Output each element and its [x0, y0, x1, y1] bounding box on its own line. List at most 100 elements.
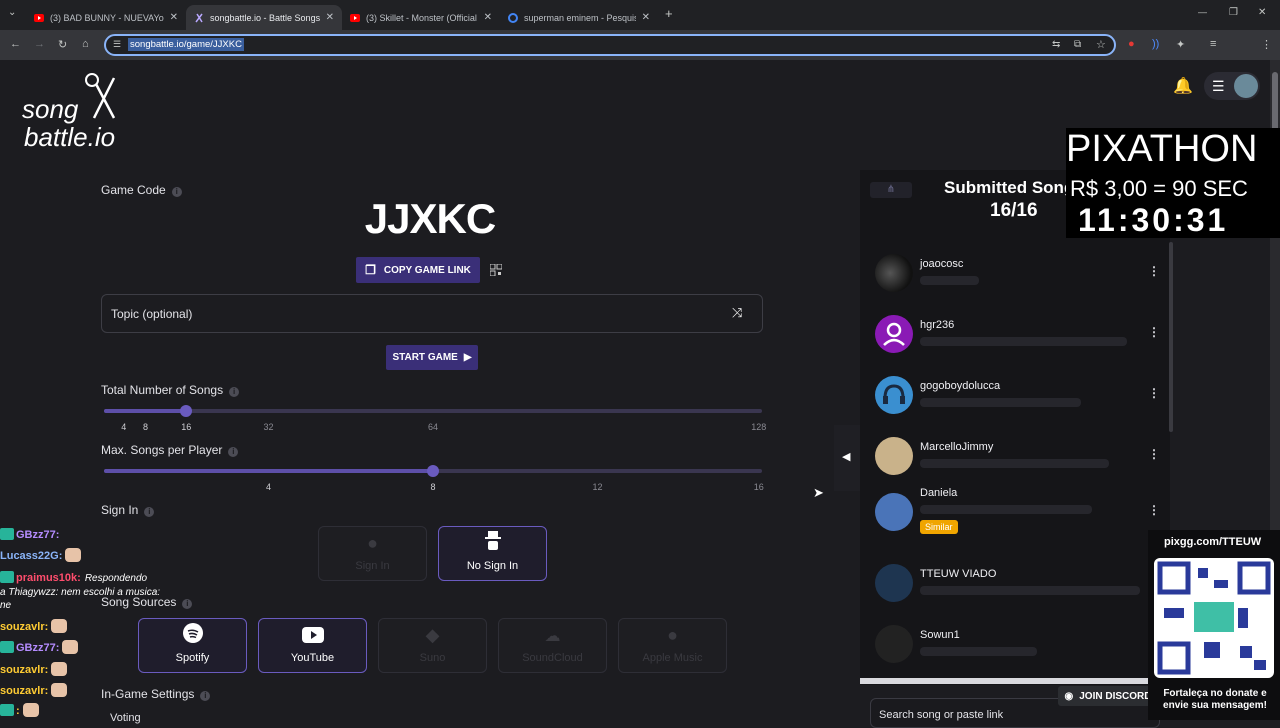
url-text[interactable]: songbattle.io/game/JJXKC — [128, 38, 244, 51]
chat-emote-icon — [51, 683, 68, 697]
player-song-bar — [920, 398, 1081, 407]
player-avatar[interactable] — [875, 254, 913, 292]
close-window-button[interactable]: ✕ — [1258, 7, 1266, 18]
shuffle-icon[interactable]: ⤨ — [732, 305, 742, 321]
info-icon[interactable]: i — [144, 507, 155, 517]
site-info-icon[interactable]: ☰ — [113, 39, 121, 50]
new-tab-button[interactable]: + — [665, 6, 673, 21]
source-suno[interactable]: ◆ Suno — [378, 618, 487, 673]
microphone-logo-icon — [85, 73, 116, 119]
browser-menu-icon[interactable]: ⋮ — [1261, 38, 1272, 51]
close-tab-icon[interactable]: ✕ — [642, 12, 650, 23]
source-apple-music[interactable]: ● Apple Music — [618, 618, 727, 673]
max-songs-slider[interactable]: 4 8 12 16 — [104, 464, 764, 494]
chat-text: a Thiagywzz: nem escolhi a musica: — [0, 587, 161, 598]
copy-game-link-label: COPY GAME LINK — [383, 264, 471, 276]
player-avatar[interactable] — [875, 437, 913, 475]
chat-badge-icon — [0, 571, 14, 583]
player-options-icon[interactable]: ⋮ — [1148, 264, 1160, 278]
player-avatar[interactable] — [875, 564, 913, 602]
notifications-bell-icon[interactable]: 🔔 — [1173, 76, 1193, 96]
sign-in-option[interactable]: ● Sign In — [318, 526, 427, 581]
extensions-puzzle-icon[interactable]: ✦ — [1176, 38, 1185, 51]
panel-title: Submitted Songs — [944, 178, 1084, 197]
back-icon[interactable]: ← — [10, 38, 21, 50]
tab-2[interactable]: songbattle.io - Battle Songs ag ✕ — [186, 5, 342, 30]
no-sign-in-option[interactable]: No Sign In — [438, 526, 547, 581]
tab-title: superman eminem - Pesquisa G — [524, 12, 636, 23]
player-avatar[interactable] — [875, 625, 913, 663]
media-control-icon[interactable]: ≡ — [1210, 38, 1216, 50]
info-icon[interactable]: i — [200, 691, 211, 701]
chat-message: souzavlr: — [0, 662, 68, 676]
install-icon[interactable]: ⧉ — [1074, 39, 1081, 50]
source-youtube-label: YouTube — [290, 652, 335, 664]
total-songs-slider-knob[interactable] — [180, 405, 193, 417]
chat-username: souzavlr: — [0, 685, 49, 697]
bookmark-star-icon[interactable]: ☆ — [1096, 38, 1106, 51]
join-discord-button[interactable]: ◉ JOIN DISCORD — [1058, 686, 1158, 706]
info-icon[interactable]: i — [182, 599, 193, 609]
source-spotify[interactable]: Spotify — [138, 618, 247, 673]
source-suno-label: Suno — [419, 652, 446, 664]
player-options-icon[interactable]: ⋮ — [1148, 325, 1160, 339]
player-avatar[interactable] — [875, 493, 913, 531]
info-icon[interactable]: i — [171, 187, 182, 197]
chat-message: souzavlr: — [0, 619, 68, 633]
chat-message: GBzz77: — [0, 528, 59, 541]
tab-3[interactable]: (3) Skillet - Monster (Official Vi ✕ — [342, 5, 500, 30]
restore-button[interactable]: ❐ — [1229, 7, 1238, 18]
user-menu-button[interactable]: ☰ — [1204, 72, 1260, 100]
horizontal-scrollbar[interactable] — [860, 678, 1170, 684]
collapse-panel-button[interactable]: ◀ — [834, 425, 860, 491]
player-song-bar — [920, 459, 1109, 468]
qr-code-icon[interactable] — [489, 263, 503, 277]
tab-1[interactable]: (3) BAD BUNNY - NUEVAYoL (Vi ✕ — [26, 5, 186, 30]
reload-icon[interactable]: ↻ — [58, 38, 67, 51]
close-tab-icon[interactable]: ✕ — [484, 12, 492, 23]
extension-audio-icon[interactable]: )) — [1152, 38, 1159, 50]
info-icon[interactable]: i — [228, 447, 239, 457]
search-placeholder: Search song or paste link — [879, 709, 1004, 721]
max-songs-slider-knob[interactable] — [427, 465, 439, 477]
total-songs-slider-track[interactable] — [104, 409, 762, 413]
home-icon[interactable]: ⌂ — [82, 38, 89, 50]
sign-in-label: Sign In i — [101, 503, 155, 517]
player-avatar[interactable] — [875, 315, 913, 353]
max-songs-slider-tick-label: 8 — [430, 482, 436, 492]
source-youtube[interactable]: YouTube — [258, 618, 367, 673]
close-tab-icon[interactable]: ✕ — [170, 12, 178, 23]
forward-icon[interactable]: → — [34, 38, 45, 50]
suno-icon: ◆ — [425, 625, 440, 645]
address-bar[interactable]: ☰ songbattle.io/game/JJXKC ⇆ ⧉ ☆ — [104, 34, 1116, 56]
player-name: TTEUW VIADO — [920, 568, 997, 580]
panel-tree-toggle[interactable]: ⋔ — [870, 182, 912, 198]
site-logo[interactable]: song battle.io — [20, 72, 140, 156]
player-name: MarcelloJimmy — [920, 441, 994, 453]
start-game-button[interactable]: START GAME ▶ — [386, 345, 478, 370]
in-game-settings-label-text: In-Game Settings — [101, 687, 195, 701]
start-game-label: START GAME — [392, 352, 458, 363]
total-songs-slider[interactable]: 4 8 16 32 64 128 — [104, 404, 766, 434]
info-icon[interactable]: i — [229, 387, 240, 397]
minimize-button[interactable]: — — [1198, 7, 1207, 17]
player-list-scrollbar[interactable] — [1169, 242, 1173, 432]
player-options-icon[interactable]: ⋮ — [1148, 503, 1160, 517]
player-avatar[interactable] — [875, 376, 913, 414]
close-tab-icon[interactable]: ✕ — [326, 12, 334, 23]
tab-4[interactable]: superman eminem - Pesquisa G ✕ — [500, 5, 658, 30]
tab-search-icon[interactable]: ⌄ — [8, 7, 16, 18]
extension-red-icon[interactable]: ● — [1128, 38, 1135, 50]
copy-game-link-button[interactable]: ❐ COPY GAME LINK — [356, 257, 480, 283]
total-songs-slider-tick-label: 4 — [121, 422, 127, 432]
chat-message: a Thiagywzz: nem escolhi a musica: — [0, 586, 160, 598]
topic-input[interactable]: Topic (optional) ⤨ — [101, 294, 763, 333]
source-soundcloud[interactable]: ☁ SoundCloud — [498, 618, 607, 673]
source-apple-music-label: Apple Music — [642, 652, 703, 664]
tab-title: songbattle.io - Battle Songs ag — [210, 12, 320, 23]
player-options-icon[interactable]: ⋮ — [1148, 386, 1160, 400]
translate-icon[interactable]: ⇆ — [1052, 39, 1060, 50]
player-song-bar — [920, 647, 1037, 656]
soundcloud-icon: ☁ — [544, 628, 561, 645]
player-options-icon[interactable]: ⋮ — [1148, 447, 1160, 461]
